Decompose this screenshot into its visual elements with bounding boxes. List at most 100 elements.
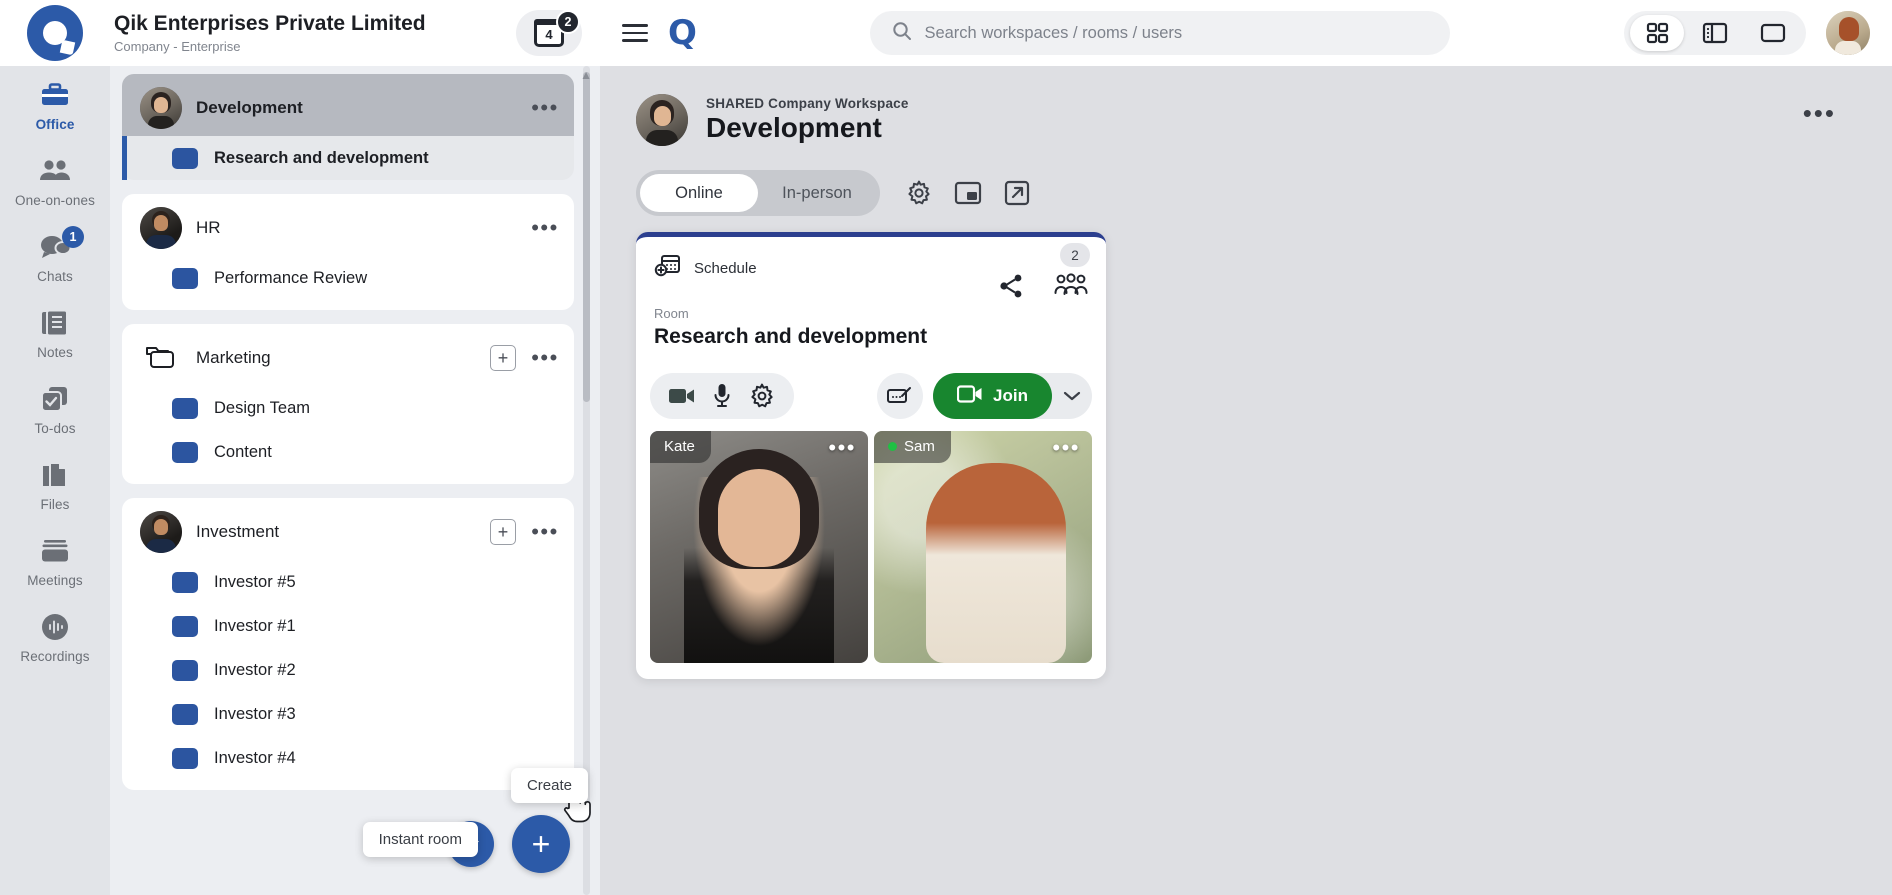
avatar [140,207,182,249]
workspace-group-header[interactable]: HR ••• [122,200,574,256]
room-card: Schedule 2 Room Research and development [636,232,1106,679]
checkbox-icon [39,384,71,414]
workspace-more-button[interactable]: ••• [530,521,560,543]
workspace-more-button[interactable]: ••• [530,97,560,119]
room-item-research-and-development[interactable]: Research and development [122,136,574,180]
notes-icon [39,308,71,338]
sidebar-item-one-on-ones[interactable]: One-on-ones [0,142,110,218]
calendar-badge: 2 [556,10,580,34]
avatar [140,511,182,553]
workspace-panel: Qik Enterprises Private Limited Company … [110,0,600,895]
workspace-more-button[interactable]: ••• [530,217,560,239]
workspace-hero-text: SHARED Company Workspace Development [706,96,909,144]
grid-layout-icon[interactable] [1630,15,1684,51]
app-logo[interactable] [0,0,110,66]
workspace-group-header[interactable]: Investment + ••• [122,504,574,560]
avatar [636,94,688,146]
room-name: Performance Review [214,268,368,287]
room-color-chip [172,397,198,419]
room-name: Investor #5 [214,572,296,591]
sidebar-item-recordings[interactable]: Recordings [0,598,110,674]
room-name: Content [214,442,272,461]
sidebar-item-notes[interactable]: Notes [0,294,110,370]
workspace-group-investment[interactable]: Investment + ••• Investor #5 Investor #1… [122,498,574,790]
share-icon[interactable] [998,273,1024,304]
room-card-actions [998,273,1088,304]
qik-logo-icon [27,5,83,61]
workspace-group-name: Development [196,98,303,117]
workspace-group-hr[interactable]: HR ••• Performance Review [122,194,574,310]
company-header: Qik Enterprises Private Limited Company … [110,0,600,66]
workspace-kicker: SHARED Company Workspace [706,95,909,111]
workspace-scrollbar-thumb[interactable] [583,72,590,402]
room-color-chip [172,441,198,463]
room-item-design-team[interactable]: Design Team [122,386,574,430]
video-camera-icon [956,384,983,408]
search-input[interactable] [924,23,1429,43]
gear-icon[interactable] [906,180,932,206]
user-avatar[interactable] [1826,11,1870,55]
whiteboard-icon[interactable] [877,373,924,419]
split-layout-icon[interactable] [1688,15,1742,51]
add-room-button[interactable]: + [490,519,516,545]
room-item-investor-3[interactable]: Investor #3 [122,692,574,736]
room-card-top: Schedule 2 Room Research and development [636,237,1106,363]
participant-more-button[interactable]: ••• [828,437,856,459]
settings-gear-icon[interactable] [746,380,778,412]
qik-wordmark-icon[interactable]: Q [668,16,697,50]
sidebar-item-label: Notes [37,345,73,360]
workspace-group-header[interactable]: Development ••• [122,80,574,136]
room-item-investor-5[interactable]: Investor #5 [122,560,574,604]
sidebar-item-office[interactable]: Office [0,66,110,142]
participant-name-badge: Sam [874,431,951,463]
room-item-performance-review[interactable]: Performance Review [122,256,574,300]
workspace-hero: SHARED Company Workspace Development [636,94,1892,146]
picture-in-picture-icon[interactable] [954,181,982,205]
page-title: Development [706,111,882,143]
add-room-button[interactable]: + [490,345,516,371]
files-icon [39,460,71,490]
room-item-investor-4[interactable]: Investor #4 [122,736,574,780]
room-color-chip [172,615,198,637]
camera-icon[interactable] [666,380,698,412]
sidebar-item-label: To-dos [34,421,76,436]
tab-online[interactable]: Online [640,174,758,212]
search-bar[interactable] [870,11,1451,55]
workspace-group-name: Investment [196,522,280,541]
tooltip-instant-room: Instant room [362,822,478,857]
hamburger-icon[interactable] [622,24,648,42]
sidebar-item-files[interactable]: Files [0,446,110,522]
calendar-button[interactable]: 4 2 [516,10,582,56]
workspace-group-header[interactable]: Marketing + ••• [122,330,574,386]
expand-external-icon[interactable] [1004,180,1030,206]
sidebar-item-chats[interactable]: 1 Chats [0,218,110,294]
sidebar-item-todos[interactable]: To-dos [0,370,110,446]
tab-in-person[interactable]: In-person [758,174,876,212]
company-name: Qik Enterprises Private Limited [114,12,426,36]
video-tile-sam[interactable]: Sam ••• [874,431,1092,663]
single-layout-icon[interactable] [1746,15,1800,51]
workspace-group-marketing[interactable]: Marketing + ••• Design Team Content [122,324,574,484]
video-tile-kate[interactable]: Kate ••• [650,431,868,663]
room-item-content[interactable]: Content [122,430,574,474]
room-name: Investor #3 [214,704,296,723]
workspace-group-development[interactable]: Development ••• [122,74,574,136]
app-root: Office One-on-ones 1 Chats Notes To-dos … [0,0,1892,895]
join-button[interactable]: Join [933,373,1052,419]
people-group-icon[interactable] [1054,273,1088,304]
room-color-chip [172,267,198,289]
workspace-more-button[interactable]: ••• [1803,100,1836,126]
scroll-up-icon[interactable]: ▲ [580,68,592,82]
sidebar-item-label: Meetings [27,573,83,588]
sidebar-item-meetings[interactable]: Meetings [0,522,110,598]
room-color-chip [172,147,198,169]
workspace-more-button[interactable]: ••• [530,347,560,369]
avatar [140,87,182,129]
microphone-icon[interactable] [706,380,738,412]
video-feed-detail [926,463,1066,663]
room-item-investor-2[interactable]: Investor #2 [122,648,574,692]
participant-more-button[interactable]: ••• [1052,437,1080,459]
room-item-investor-1[interactable]: Investor #1 [122,604,574,648]
top-bar: Q [600,0,1892,66]
chevron-down-icon[interactable] [1052,373,1092,419]
